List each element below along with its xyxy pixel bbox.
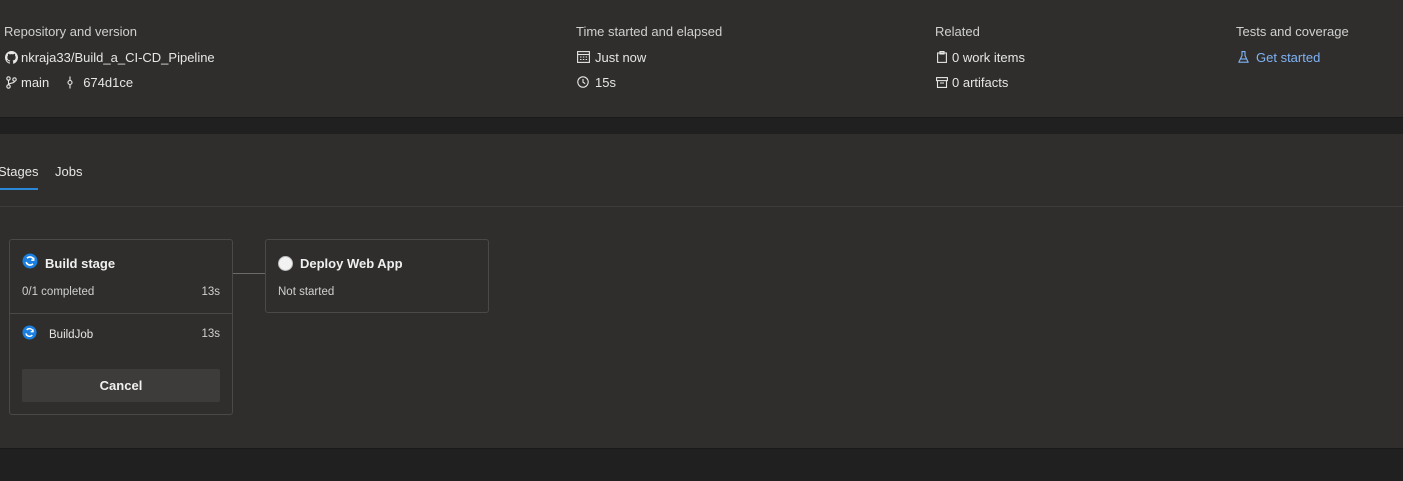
version-row: main 674d1ce: [4, 74, 215, 90]
elapsed-row: 15s: [576, 74, 722, 90]
time-title: Time started and elapsed: [576, 24, 723, 39]
tab-jobs[interactable]: Jobs: [55, 163, 82, 181]
calendar-icon: [576, 50, 590, 64]
branch-name[interactable]: main: [21, 75, 49, 90]
run-summary: Repository and version nkraja33/Build_a_…: [0, 0, 1403, 118]
repository-name: nkraja33/Build_a_CI-CD_Pipeline: [21, 49, 215, 65]
job-running-icon: [22, 325, 37, 345]
work-items-link[interactable]: 0 work items: [935, 49, 1025, 65]
view-tabs: Stages Jobs: [0, 134, 1403, 207]
started-time: Just now: [595, 49, 647, 65]
stage-name: Build stage: [45, 255, 116, 271]
clock-icon: [576, 75, 590, 89]
artifacts-count: 0 artifacts: [952, 74, 1009, 90]
stage-divider: [10, 313, 232, 314]
artifacts-icon: [935, 75, 949, 89]
related-section: Related 0 work items 0 artifacts: [935, 24, 1025, 90]
commit-hash[interactable]: 674d1ce: [83, 75, 133, 90]
repository-section: Repository and version nkraja33/Build_a_…: [4, 24, 215, 90]
tests-title: Tests and coverage: [1236, 24, 1349, 39]
stage-card-build[interactable]: Build stage 0/1 completed 13s BuildJob 1…: [9, 239, 233, 415]
beaker-icon: [1236, 50, 1250, 64]
github-icon: [4, 50, 18, 64]
stages-panel: Stages Jobs Build stage 0/1 completed 13…: [0, 134, 1403, 449]
work-items-icon: [935, 50, 949, 64]
related-title: Related: [935, 24, 980, 39]
elapsed-time: 15s: [595, 74, 616, 90]
branch-icon: [4, 75, 18, 89]
work-items-count: 0 work items: [952, 49, 1025, 65]
stage-duration: 13s: [201, 286, 220, 298]
tab-stages[interactable]: Stages: [0, 163, 38, 181]
stage-connector: [233, 273, 265, 274]
commit-icon: [63, 75, 77, 89]
tests-section: Tests and coverage Get started: [1236, 24, 1349, 65]
not-started-status-icon: [278, 255, 293, 271]
job-name: BuildJob: [49, 329, 94, 341]
stage-card-deploy[interactable]: Deploy Web App Not started: [265, 239, 489, 313]
repository-title: Repository and version: [4, 24, 137, 39]
job-duration: 13s: [201, 328, 220, 340]
time-section: Time started and elapsed Just now 15s: [576, 24, 722, 90]
get-started-link[interactable]: Get started: [1236, 49, 1349, 65]
stage-name: Deploy Web App: [300, 255, 403, 271]
started-row: Just now: [576, 49, 722, 65]
stage-status: Not started: [278, 286, 335, 298]
job-row-buildjob[interactable]: BuildJob 13s: [22, 325, 220, 345]
stage-progress: 0/1 completed: [22, 286, 95, 298]
artifacts-link[interactable]: 0 artifacts: [935, 74, 1025, 90]
tab-selected-indicator: [0, 188, 38, 190]
get-started-label: Get started: [1256, 49, 1321, 65]
cancel-button[interactable]: Cancel: [22, 369, 220, 402]
running-status-icon: [22, 253, 38, 274]
repository-link[interactable]: nkraja33/Build_a_CI-CD_Pipeline: [4, 49, 215, 65]
